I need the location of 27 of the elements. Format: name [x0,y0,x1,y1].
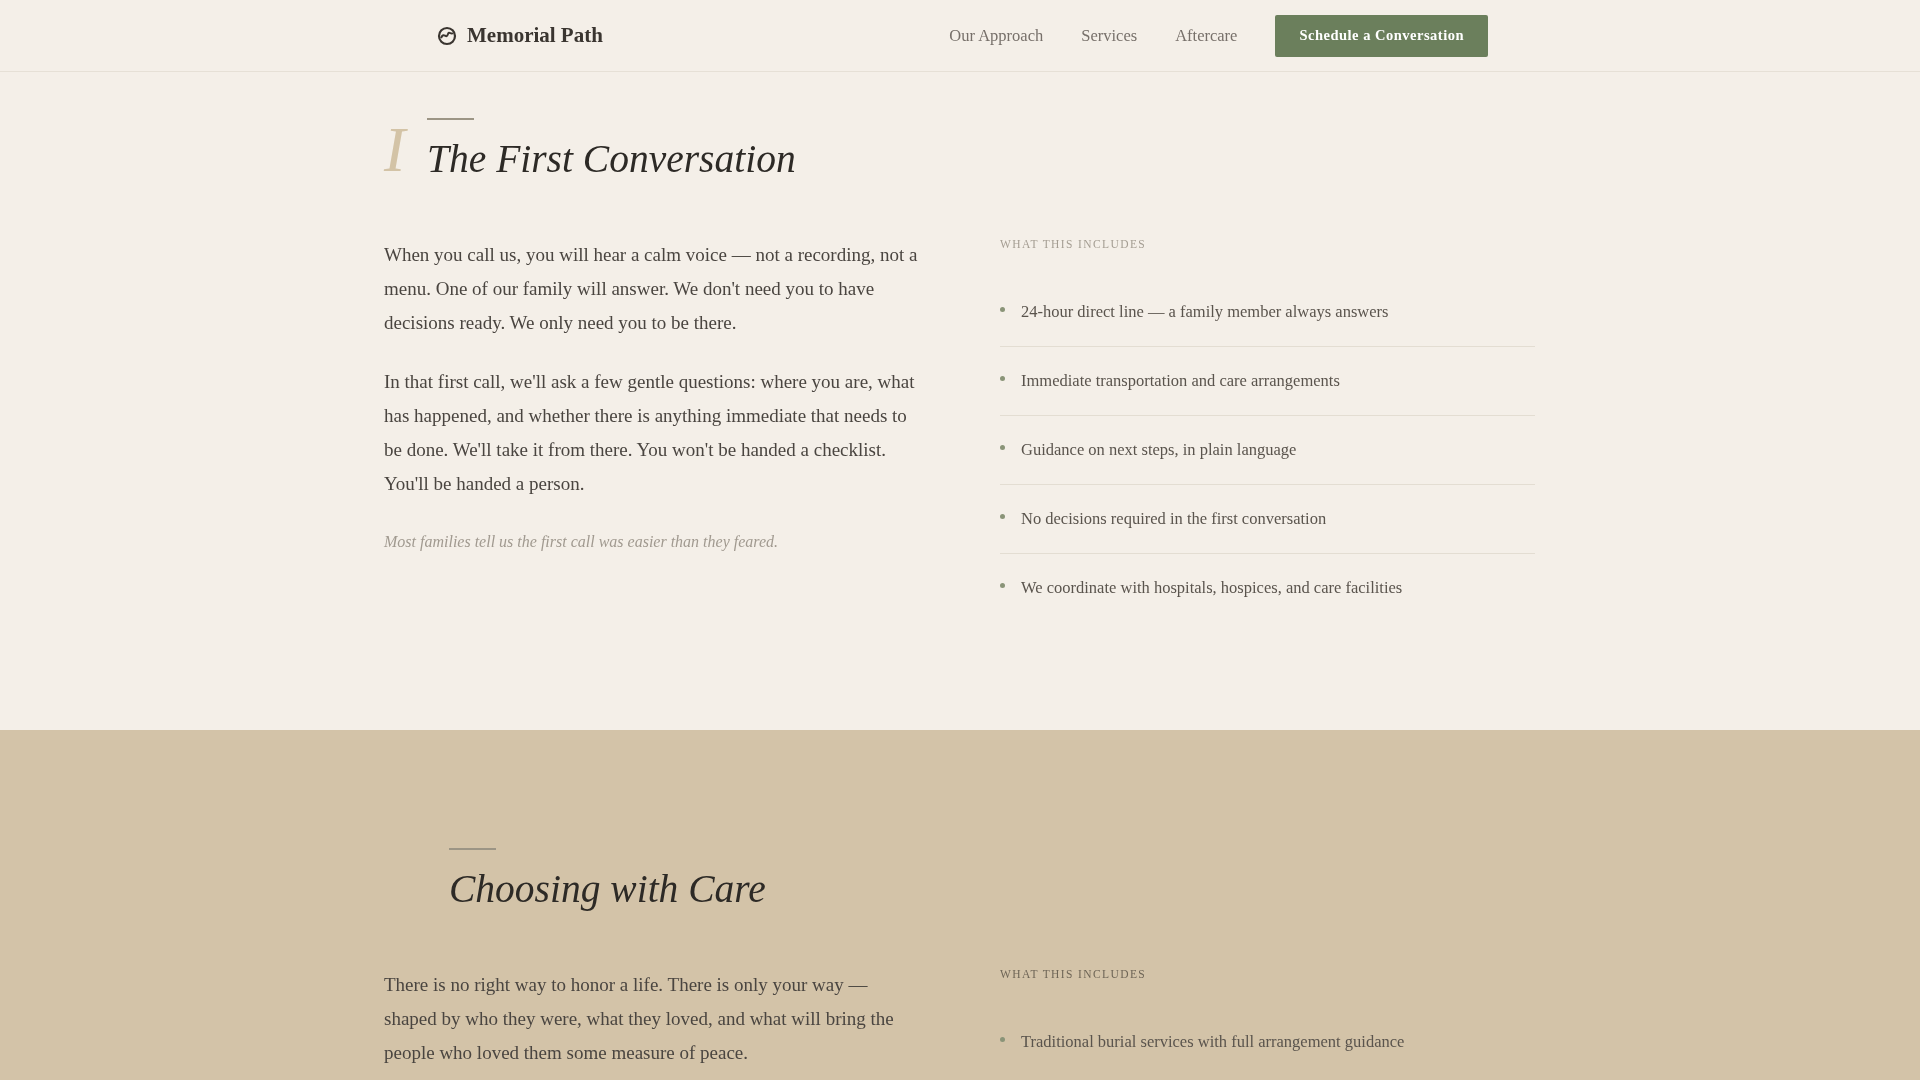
includes-item: Immediate transportation and care arrangements [1021,371,1340,391]
section-numeral: I [384,118,409,182]
note-text: Most families tell us the first call was easier than they feared. [384,533,780,551]
bullet-icon [1000,375,1005,381]
brand-name[interactable]: Memorial Path [467,23,603,48]
bullet-icon [1000,306,1005,312]
nav-link[interactable]: Aftercare [1175,25,1238,46]
includes-item: Guidance on next steps, in plain language [1021,440,1297,460]
nav-link[interactable]: Services [1081,25,1138,46]
schedule-button[interactable]: Schedule a Conversation [1275,14,1488,57]
section-title: Choosing with Care [449,866,766,913]
includes-item: We coordinate with hospitals, hospices, and care facilities [1021,578,1403,598]
includes-label: WHAT THIS INCLUDES [1000,968,1148,980]
bullet-icon [1000,444,1005,450]
includes-item: Traditional burial services with full arrangement guidance [1021,1032,1405,1052]
body-paragraph: In that first call, we'll ask a few gentle questions: where you are, what has happened, and whether there is anything immediate that needs to be done. We'll take it from there. You won't be handed a checklist. You'll be handed a person. [384,370,916,496]
bullet-icon [1000,1036,1005,1042]
includes-item: No decisions required in the first conversation [1021,509,1327,529]
logo-icon [437,25,457,46]
includes-label: WHAT THIS INCLUDES [1000,238,1148,250]
includes-item: 24-hour direct line — a family member always answers [1021,302,1389,322]
section-title: The First Conversation [427,136,796,183]
body-paragraph: There is no right way to honor a life. There is only your way — shaped by who they were, what they loved, and what will bring the people who loved them some measure of peace. [384,973,895,1065]
bullet-icon [1000,582,1005,588]
nav-link[interactable]: Our Approach [949,25,1044,46]
body-paragraph: When you call us, you will hear a calm voice — not a recording, not a menu. One of our family will answer. We don't need you to have decisions ready. We only need you to be there. [384,243,919,335]
bullet-icon [1000,513,1005,519]
